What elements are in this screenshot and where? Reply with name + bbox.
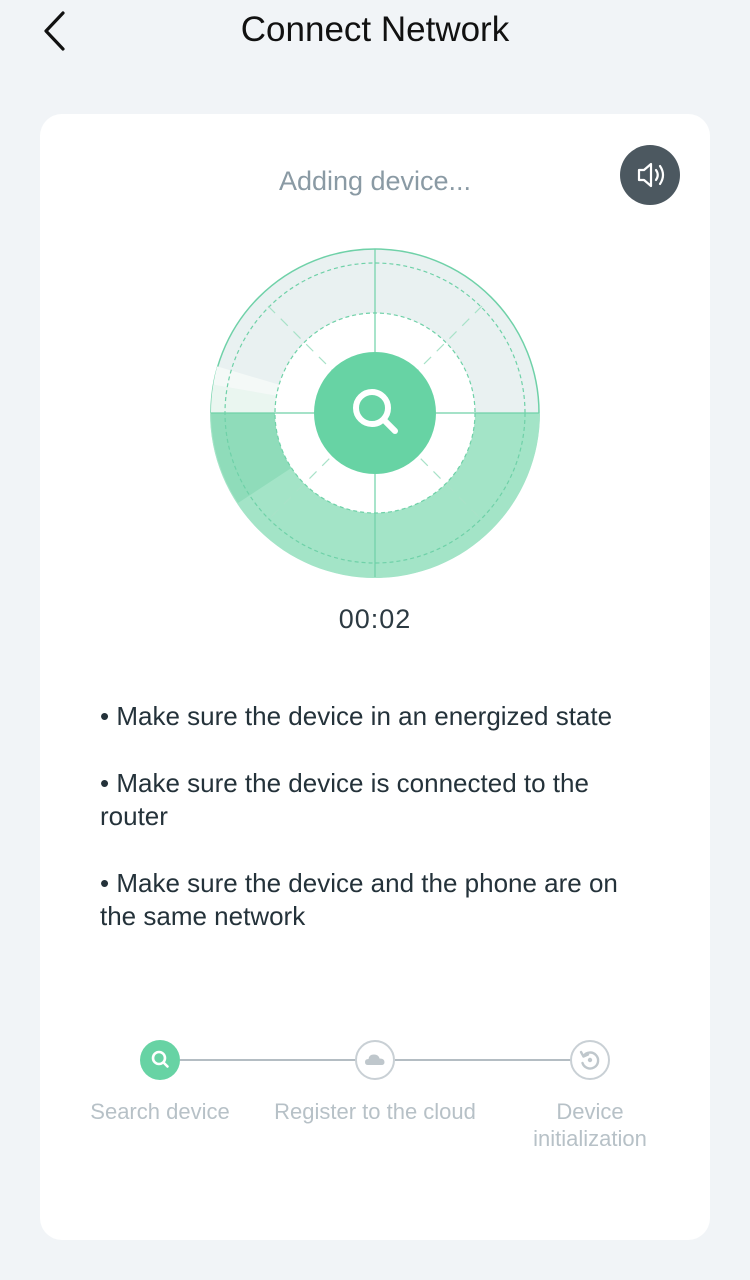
- speaker-icon: [637, 162, 665, 188]
- search-icon: [151, 1050, 169, 1068]
- cloud-icon: [365, 1054, 385, 1065]
- step-label-register: Register to the cloud: [274, 1099, 476, 1124]
- tip-item: • Make sure the device in an energized s…: [100, 701, 613, 731]
- progress-steps: Search device Register to the cloud Devi…: [40, 1038, 710, 1168]
- elapsed-timer: 00:02: [338, 604, 412, 634]
- page-title: Connect Network: [240, 10, 510, 49]
- step-label-search: Search device: [90, 1099, 230, 1124]
- step-connector: [180, 1059, 356, 1061]
- status-text: Adding device...: [278, 166, 472, 196]
- step-connector: [395, 1059, 571, 1061]
- step-device-init: [570, 1040, 610, 1080]
- tips-list: • Make sure the device in an energized s…: [100, 700, 660, 967]
- refresh-icon: [579, 1050, 600, 1070]
- header-bar: Connect Network: [0, 0, 750, 64]
- connect-card: Adding device... 00:02 • Make sure the d…: [40, 114, 710, 1240]
- step-search-device: [140, 1040, 180, 1080]
- tip-item: • Make sure the device and the phone are…: [100, 868, 618, 931]
- sound-button[interactable]: [620, 145, 680, 205]
- step-label-init: Device initialization: [533, 1099, 647, 1151]
- step-register-cloud: [355, 1040, 395, 1080]
- tip-item: • Make sure the device is connected to t…: [100, 768, 589, 831]
- radar-scan-graphic: [208, 246, 542, 580]
